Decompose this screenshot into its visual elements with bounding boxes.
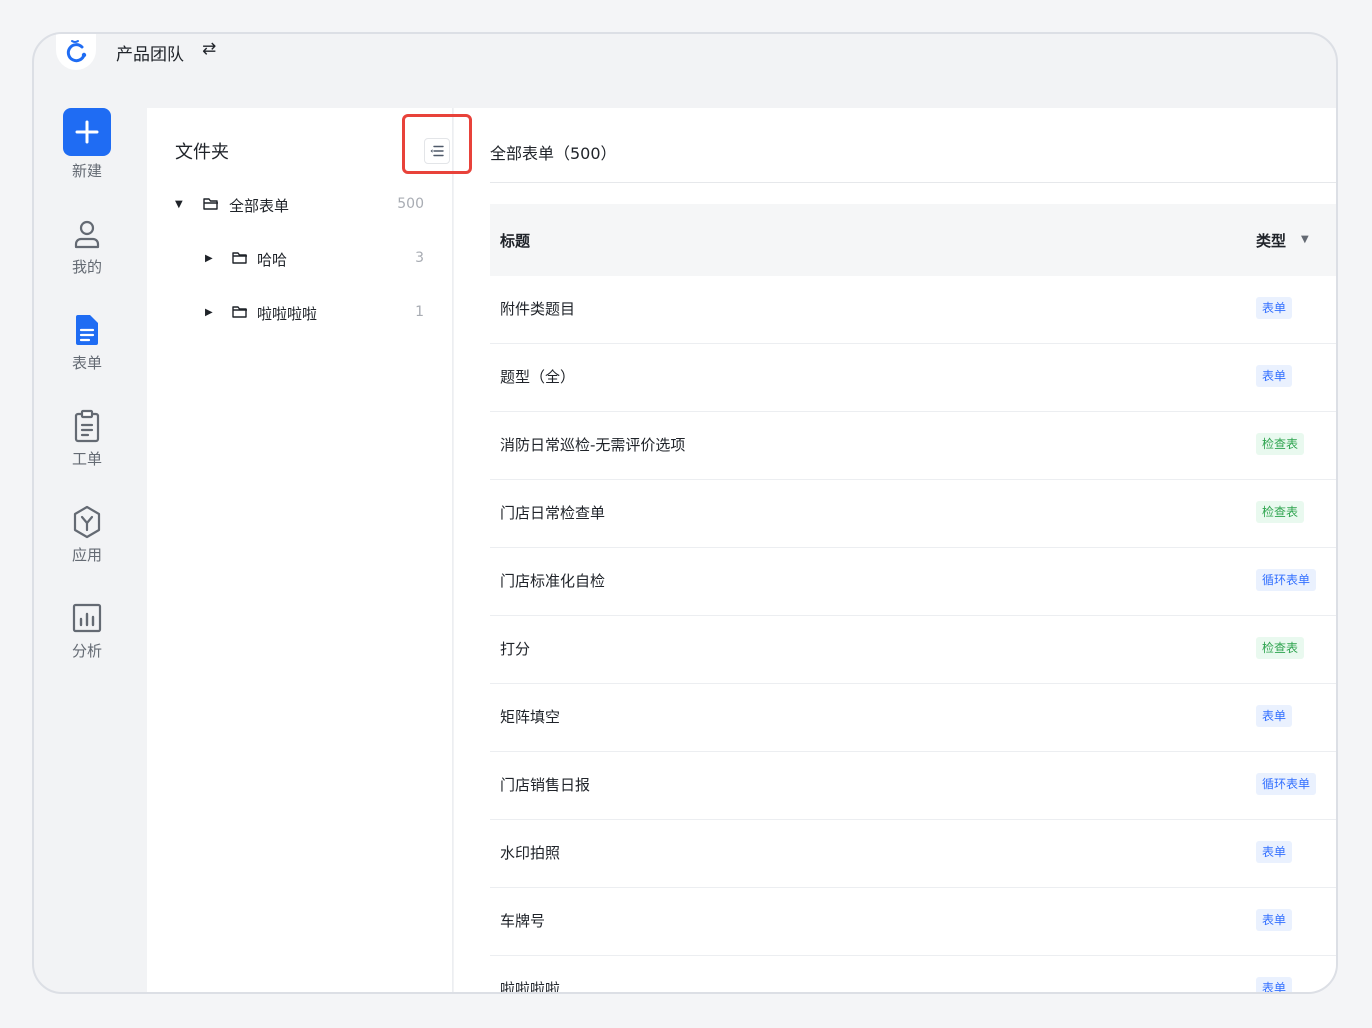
row-title: 附件类题目 — [500, 300, 576, 318]
table-row[interactable]: 车牌号 表单 — [490, 888, 1336, 956]
main-content: 全部表单（500） 标题 类型 ▼ 附件类题目 表单 题型（全） 表单 消防日常巡检-无… — [454, 108, 1336, 992]
folder-open-icon — [203, 198, 218, 210]
table-header: 标题 类型 ▼ — [490, 204, 1336, 276]
column-header-type[interactable]: 类型 — [1256, 230, 1286, 251]
tree-item-count: 500 — [397, 196, 424, 212]
type-tag: 循环表单 — [1256, 773, 1317, 795]
logo-icon — [66, 40, 87, 63]
plus-icon[interactable] — [63, 108, 111, 156]
highlight-box — [402, 114, 472, 174]
table-row[interactable]: 门店日常检查单 检查表 — [490, 480, 1336, 548]
rail-label: 新建 — [71, 162, 102, 180]
rail-item-mine[interactable]: 我的 — [34, 216, 140, 277]
app-logo[interactable] — [56, 34, 96, 70]
tree-item-count: 1 — [415, 304, 424, 320]
rail-item-forms[interactable]: 表单 — [34, 312, 140, 373]
type-tag: 表单 — [1256, 297, 1293, 319]
rail-item-tickets[interactable]: 工单 — [34, 408, 140, 469]
rail-label: 我的 — [71, 258, 102, 276]
rail-label: 工单 — [71, 450, 102, 468]
type-tag: 检查表 — [1256, 501, 1305, 523]
user-icon — [71, 216, 103, 252]
table-row[interactable]: 附件类题目 表单 — [490, 276, 1336, 344]
type-tag: 检查表 — [1256, 637, 1305, 659]
table-row[interactable]: 打分 检查表 — [490, 616, 1336, 684]
tree-item-lalala[interactable]: ▶ 啦啦啦啦 1 — [147, 299, 452, 329]
rail-item-apps[interactable]: 应用 — [34, 504, 140, 565]
table-row[interactable]: 消防日常巡检-无需评价选项 检查表 — [490, 412, 1336, 480]
row-title: 打分 — [500, 640, 531, 658]
type-tag: 检查表 — [1256, 433, 1305, 455]
rail-item-analysis[interactable]: 分析 — [34, 600, 140, 661]
left-rail: 新建 我的 表单 工单 应用 分析 — [34, 104, 144, 992]
caret-down-icon[interactable]: ▼ — [175, 199, 183, 210]
folder-panel: 文件夹 ▼ 全部表单 500 ▶ 哈哈 3 ▶ 啦啦啦啦 1 — [147, 108, 453, 992]
folder-icon — [232, 252, 247, 264]
row-title: 门店日常检查单 — [500, 504, 606, 522]
table-row[interactable]: 门店标准化自检 循环表单 — [490, 548, 1336, 616]
page-title: 全部表单（500） — [490, 144, 617, 163]
type-tag: 表单 — [1256, 909, 1293, 931]
type-tag: 循环表单 — [1256, 569, 1317, 591]
table-row[interactable]: 水印拍照 表单 — [490, 820, 1336, 888]
type-tag: 表单 — [1256, 977, 1293, 992]
tree-item-label: 全部表单 — [229, 197, 290, 215]
folder-panel-title: 文件夹 — [175, 142, 229, 163]
tree-item-haha[interactable]: ▶ 哈哈 3 — [147, 245, 452, 275]
top-bar: 产品团队 ⇄ — [34, 34, 1336, 104]
clipboard-icon — [71, 408, 103, 444]
caret-down-icon[interactable]: ▼ — [1301, 234, 1309, 245]
row-title: 水印拍照 — [500, 844, 561, 862]
tree-item-count: 3 — [415, 250, 424, 266]
swap-icon[interactable]: ⇄ — [202, 39, 216, 59]
row-title: 消防日常巡检-无需评价选项 — [500, 436, 686, 454]
row-title: 题型（全） — [500, 368, 576, 386]
table-row[interactable]: 题型（全） 表单 — [490, 344, 1336, 412]
rail-label: 应用 — [71, 546, 102, 564]
folder-icon — [232, 306, 247, 318]
row-title: 门店销售日报 — [500, 776, 591, 794]
table-row[interactable]: 啦啦啦啦 表单 — [490, 956, 1336, 994]
app-window: 产品团队 ⇄ 新建 我的 表单 工单 应用 分析 文件夹 ▼ 全部表单 500 … — [32, 32, 1338, 994]
tree-item-all-forms[interactable]: ▼ 全部表单 500 — [147, 191, 452, 221]
row-title: 啦啦啦啦 — [500, 980, 561, 994]
row-title: 矩阵填空 — [500, 708, 561, 726]
rail-item-new[interactable]: 新建 — [34, 108, 140, 181]
rail-label: 分析 — [71, 642, 102, 660]
form-doc-icon — [71, 312, 103, 348]
app-hexagon-icon — [71, 504, 103, 540]
caret-right-icon[interactable]: ▶ — [205, 307, 213, 318]
tree-item-label: 哈哈 — [257, 251, 288, 269]
row-title: 门店标准化自检 — [500, 572, 606, 590]
divider — [490, 182, 1336, 183]
chart-icon — [71, 600, 103, 636]
table-row[interactable]: 门店销售日报 循环表单 — [490, 752, 1336, 820]
type-tag: 表单 — [1256, 705, 1293, 727]
column-header-title: 标题 — [500, 232, 531, 250]
row-title: 车牌号 — [500, 912, 546, 930]
table-row[interactable]: 矩阵填空 表单 — [490, 684, 1336, 752]
type-tag: 表单 — [1256, 365, 1293, 387]
forms-table: 标题 类型 ▼ 附件类题目 表单 题型（全） 表单 消防日常巡检-无需评价选项 检查表 门店… — [490, 204, 1336, 994]
type-tag: 表单 — [1256, 841, 1293, 863]
caret-right-icon[interactable]: ▶ — [205, 253, 213, 264]
rail-label: 表单 — [71, 354, 102, 372]
team-name[interactable]: 产品团队 — [116, 40, 184, 65]
tree-item-label: 啦啦啦啦 — [257, 305, 318, 323]
